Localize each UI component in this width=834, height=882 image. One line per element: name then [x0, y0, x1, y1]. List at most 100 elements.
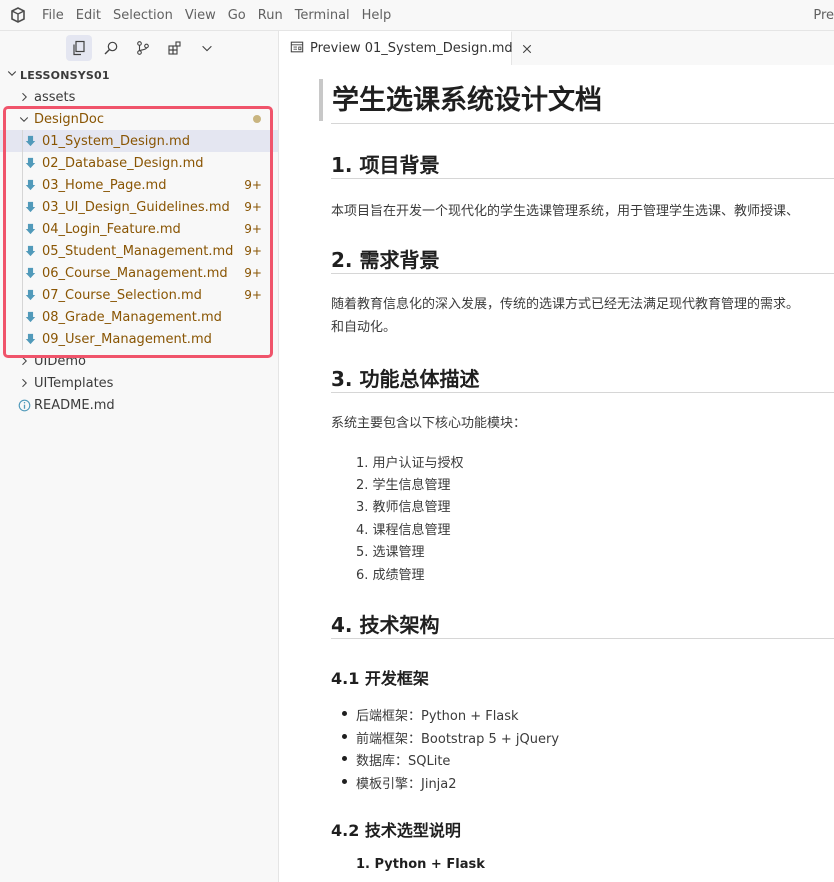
paragraph: 系统主要包含以下核心功能模块：	[331, 416, 527, 431]
list-item: 后端框架：Python + Flask	[342, 705, 519, 724]
tree-file-item[interactable]: 07_Course_Selection.md 9+	[0, 284, 278, 306]
tree-file-item[interactable]: 09_User_Management.md	[0, 328, 278, 350]
divider	[331, 123, 834, 124]
indent-guide	[22, 218, 23, 240]
extensions-icon[interactable]	[162, 35, 188, 61]
tree-file-item[interactable]: 03_UI_Design_Guidelines.md 9+	[0, 196, 278, 218]
tree-label: DesignDoc	[34, 111, 104, 127]
tree-folder-designdoc[interactable]: DesignDoc	[0, 108, 278, 130]
designdoc-file-list: 01_System_Design.md 02_Database_Design.md…	[0, 130, 278, 350]
menu-run[interactable]: Run	[252, 0, 289, 31]
menu-selection[interactable]: Selection	[107, 0, 179, 31]
menu-help[interactable]: Help	[356, 0, 398, 31]
menu-terminal[interactable]: Terminal	[289, 0, 356, 31]
doc-title: 学生选课系统设计文档	[332, 85, 602, 116]
indent-guide	[22, 328, 23, 350]
tree-folder-assets[interactable]: assets	[0, 86, 278, 108]
list-item: 前端框架：Bootstrap 5 + jQuery	[342, 728, 559, 747]
tab-preview-system-design[interactable]: Preview 01_System_Design.md	[280, 31, 531, 65]
markdown-file-icon	[22, 157, 38, 169]
list-item-text: 后端框架：Python + Flask	[356, 709, 519, 724]
menu-view[interactable]: View	[179, 0, 222, 31]
paragraph: 随着教育信息化的深入发展，传统的选课方式已经无法满足现代教育管理的需求。	[331, 297, 800, 312]
tree-folder-uidemo[interactable]: UIDemo	[0, 350, 278, 372]
markdown-file-icon	[22, 245, 38, 257]
divider	[331, 273, 834, 274]
source-control-icon[interactable]	[130, 35, 156, 61]
indent-guide	[22, 196, 23, 218]
tree-file-item[interactable]: 01_System_Design.md	[0, 130, 278, 152]
chevron-down-icon[interactable]	[194, 35, 220, 61]
tree-label: 07_Course_Selection.md	[42, 287, 202, 303]
markdown-file-icon	[22, 179, 38, 191]
divider	[331, 178, 834, 179]
tab-label: Preview 01_System_Design.md	[310, 41, 513, 56]
tree-folder-uitemplates[interactable]: UITemplates	[0, 372, 278, 394]
explorer-sidebar: LESSONSYS01 assets DesignDoc 01_System_D…	[0, 31, 279, 882]
markdown-preview: 学生选课系统设计文档 1. 项目背景 本项目旨在开发一个现代化的学生选课管理系统…	[280, 65, 834, 882]
paragraph: 本项目旨在开发一个现代化的学生选课管理系统，用于管理学生选课、教师授课、	[331, 204, 800, 219]
tree-label: README.md	[34, 397, 115, 413]
problems-badge: 9+	[244, 178, 262, 192]
modified-dot-icon	[253, 115, 261, 123]
preview-icon	[290, 40, 304, 58]
window-title-truncated: Pre	[813, 8, 834, 23]
tree-file-item[interactable]: 03_Home_Page.md 9+	[0, 174, 278, 196]
list-item-text: 模板引擎：Jinja2	[356, 777, 457, 792]
list-item: 1. Python + Flask	[356, 857, 485, 872]
chevron-right-icon	[16, 350, 32, 372]
bullet-icon	[342, 779, 347, 784]
markdown-file-icon	[22, 223, 38, 235]
indent-guide	[22, 306, 23, 328]
tree-label: 04_Login_Feature.md	[42, 221, 181, 237]
tree-label: 06_Course_Management.md	[42, 265, 228, 281]
indent-guide	[22, 152, 23, 174]
close-icon[interactable]	[521, 43, 533, 55]
explorer-root-header[interactable]: LESSONSYS01	[0, 64, 278, 86]
tree-file-item[interactable]: 08_Grade_Management.md	[0, 306, 278, 328]
files-icon[interactable]	[66, 34, 92, 61]
indent-guide	[22, 240, 23, 262]
tree-file-item[interactable]: 06_Course_Management.md 9+	[0, 262, 278, 284]
heading-requirements: 2. 需求背景	[331, 248, 440, 272]
tree-file-item[interactable]: 05_Student_Management.md 9+	[0, 240, 278, 262]
heading-framework: 4.1 开发框架	[331, 669, 429, 688]
tree-label: 09_User_Management.md	[42, 331, 212, 347]
tree-label: 08_Grade_Management.md	[42, 309, 222, 325]
indent-guide	[22, 262, 23, 284]
heading-tech-selection: 4.2 技术选型说明	[331, 821, 461, 840]
menu-go[interactable]: Go	[222, 0, 252, 31]
markdown-file-icon	[22, 311, 38, 323]
tree-label: 05_Student_Management.md	[42, 243, 234, 259]
bullet-icon	[342, 756, 347, 761]
indent-guide	[22, 174, 23, 196]
list-item: 3. 教师信息管理	[356, 500, 451, 515]
markdown-file-icon	[22, 135, 38, 147]
tree-file-item[interactable]: 02_Database_Design.md	[0, 152, 278, 174]
sidebar-toolbar	[0, 31, 278, 64]
indent-guide	[22, 130, 23, 152]
indent-guide	[22, 284, 23, 306]
tree-file-readme[interactable]: README.md	[0, 394, 278, 416]
tree-label: 01_System_Design.md	[42, 133, 190, 149]
tree-label: UITemplates	[34, 375, 114, 391]
markdown-file-icon	[22, 333, 38, 345]
heading-overview: 3. 功能总体描述	[331, 367, 480, 391]
list-item: 5. 选课管理	[356, 545, 425, 560]
list-item: 2. 学生信息管理	[356, 478, 451, 493]
problems-badge: 9+	[244, 288, 262, 302]
tree-label: UIDemo	[34, 353, 86, 369]
tree-label: 02_Database_Design.md	[42, 155, 204, 171]
menu-edit[interactable]: Edit	[70, 0, 107, 31]
search-icon[interactable]	[98, 35, 124, 61]
bullet-icon	[342, 711, 347, 716]
problems-badge: 9+	[244, 222, 262, 236]
menu-file[interactable]: File	[36, 0, 70, 31]
tree-file-item[interactable]: 04_Login_Feature.md 9+	[0, 218, 278, 240]
markdown-file-icon	[22, 201, 38, 213]
editor-area: Preview 01_System_Design.md 学生选课系统设计文档 1…	[280, 31, 834, 882]
markdown-file-icon	[22, 267, 38, 279]
chevron-right-icon	[16, 372, 32, 394]
chevron-down-icon	[6, 67, 18, 83]
bullet-icon	[342, 734, 347, 739]
